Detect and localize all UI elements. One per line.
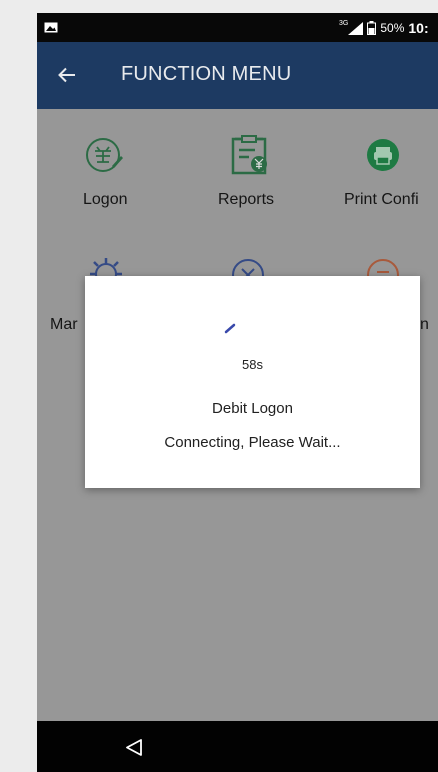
device-screen: 3G 50% 10: FUNCTION MENU Logon Reports P… bbox=[37, 13, 438, 772]
arrow-left-icon[interactable] bbox=[58, 67, 76, 83]
page-title: FUNCTION MENU bbox=[121, 63, 292, 85]
status-right-group: 3G 50% 10: bbox=[339, 19, 433, 37]
status-bar: 3G 50% 10: bbox=[37, 13, 438, 42]
clock: 10: bbox=[408, 20, 429, 36]
nav-back-triangle-icon[interactable] bbox=[125, 738, 143, 757]
signal-icon bbox=[348, 21, 364, 35]
battery-icon bbox=[367, 21, 377, 35]
battery-percent: 50% bbox=[380, 21, 405, 35]
dialog-title: Debit Logon bbox=[212, 400, 293, 417]
app-bar: FUNCTION MENU bbox=[37, 42, 438, 109]
loading-spinner-icon bbox=[224, 323, 236, 334]
countdown-timer: 58s bbox=[242, 357, 263, 372]
network-type-label: 3G bbox=[339, 19, 349, 27]
progress-dialog: 58s Debit Logon Connecting, Please Wait.… bbox=[85, 276, 420, 488]
gallery-notification-icon bbox=[44, 22, 58, 33]
dialog-message: Connecting, Please Wait... bbox=[164, 434, 341, 451]
navigation-bar bbox=[37, 721, 438, 772]
